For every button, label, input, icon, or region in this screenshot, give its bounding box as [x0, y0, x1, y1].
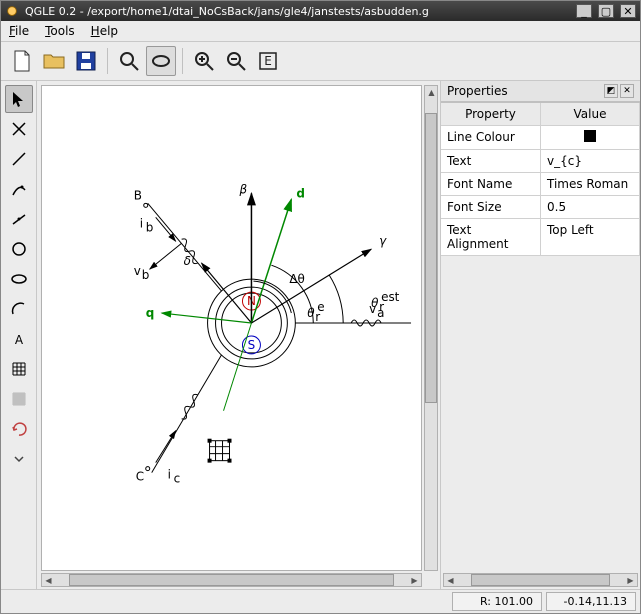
svg-text:γ: γ — [379, 234, 387, 248]
zoom-in-button[interactable] — [189, 46, 219, 76]
prop-key: Font Size — [441, 196, 541, 219]
prop-val-line-colour[interactable] — [541, 126, 640, 150]
svg-text:b: b — [146, 220, 154, 234]
prop-val-text[interactable]: v_{c} — [541, 150, 640, 173]
menu-tools[interactable]: Tools — [43, 23, 77, 39]
menu-help[interactable]: Help — [89, 23, 120, 39]
save-file-button[interactable] — [71, 46, 101, 76]
svg-text:β: β — [238, 182, 247, 196]
svg-text:B: B — [134, 188, 142, 202]
export-button[interactable]: E — [253, 46, 283, 76]
prop-key: Line Colour — [441, 126, 541, 150]
menubar: File Tools Help — [1, 21, 640, 42]
maximize-button[interactable]: ▢ — [598, 4, 614, 18]
panel-close-icon[interactable]: ✕ — [620, 84, 634, 98]
magnify-button[interactable] — [114, 46, 144, 76]
svg-text:i: i — [168, 468, 171, 482]
svg-text:θ: θ — [371, 296, 379, 310]
fine-grid-tool[interactable] — [5, 385, 33, 413]
properties-panel: Properties ◩ ✕ Property Value Line Colou… — [440, 81, 640, 589]
col-header-value: Value — [541, 103, 640, 126]
prop-val-font-name[interactable]: Times Roman — [541, 173, 640, 196]
svg-text:C: C — [136, 470, 144, 484]
svg-text:i: i — [140, 216, 143, 230]
svg-text:δ: δ — [184, 254, 191, 268]
status-coordinates: -0.14,11.13 — [546, 592, 636, 611]
svg-text:S: S — [248, 338, 256, 352]
svg-text:Δθ: Δθ — [289, 272, 305, 286]
prop-key: Font Name — [441, 173, 541, 196]
svg-text:est: est — [381, 290, 400, 304]
tangent-tool-1[interactable] — [5, 175, 33, 203]
more-tools[interactable] — [5, 445, 33, 473]
status-bar: R: 101.00 -0.14,11.13 — [1, 589, 640, 613]
colour-swatch[interactable] — [584, 130, 596, 142]
line-tool[interactable] — [5, 145, 33, 173]
canvas-vertical-scrollbar[interactable]: ▲ — [424, 85, 438, 571]
tangent-tool-2[interactable] — [5, 205, 33, 233]
properties-horizontal-scrollbar[interactable]: ◀▶ — [443, 573, 638, 587]
svg-text:E: E — [264, 54, 272, 68]
properties-table: Property Value Line Colour Textv_{c} Fon… — [441, 102, 640, 256]
canvas-area[interactable]: N S β d γ δ q — [37, 81, 440, 589]
svg-text:e: e — [317, 300, 324, 314]
separator — [107, 48, 108, 74]
circle-tool[interactable] — [5, 235, 33, 263]
prop-val-text-alignment[interactable]: Top Left — [541, 219, 640, 256]
window-title: QGLE 0.2 - /export/home1/dtai_NoCsBack/j… — [25, 5, 570, 18]
cross-tool[interactable] — [5, 115, 33, 143]
ellipse-tool[interactable] — [5, 265, 33, 293]
properties-title: Properties — [447, 84, 602, 98]
pointer-tool[interactable] — [5, 85, 33, 113]
arc-tool[interactable] — [5, 295, 33, 323]
rotate-tool[interactable] — [5, 415, 33, 443]
svg-text:θ: θ — [307, 306, 315, 320]
minimize-button[interactable]: _ — [576, 4, 592, 18]
drawing-canvas[interactable]: N S β d γ δ q — [41, 85, 422, 571]
titlebar: QGLE 0.2 - /export/home1/dtai_NoCsBack/j… — [1, 1, 640, 21]
open-file-button[interactable] — [39, 46, 69, 76]
app-icon — [5, 4, 19, 18]
status-radius: R: 101.00 — [452, 592, 542, 611]
prop-val-font-size[interactable]: 0.5 — [541, 196, 640, 219]
svg-text:A: A — [14, 333, 23, 347]
text-tool[interactable]: A — [5, 325, 33, 353]
edit-tool-button[interactable] — [146, 46, 176, 76]
toolbar: E — [1, 42, 640, 81]
close-button[interactable]: ✕ — [620, 4, 636, 18]
prop-key: Text Alignment — [441, 219, 541, 256]
svg-text:c: c — [174, 472, 181, 486]
canvas-horizontal-scrollbar[interactable]: ◀▶ — [41, 573, 422, 587]
panel-detach-icon[interactable]: ◩ — [604, 84, 618, 98]
grid-tool[interactable] — [5, 355, 33, 383]
zoom-out-button[interactable] — [221, 46, 251, 76]
svg-text:q: q — [146, 306, 155, 320]
tool-palette: A — [1, 81, 37, 589]
drawing-svg: N S β d γ δ q — [42, 86, 421, 570]
separator — [182, 48, 183, 74]
svg-text:b: b — [142, 268, 150, 282]
new-file-button[interactable] — [7, 46, 37, 76]
menu-file[interactable]: File — [7, 23, 31, 39]
svg-text:v: v — [134, 264, 141, 278]
prop-key: Text — [441, 150, 541, 173]
col-header-property: Property — [441, 103, 541, 126]
svg-text:d: d — [296, 186, 305, 200]
